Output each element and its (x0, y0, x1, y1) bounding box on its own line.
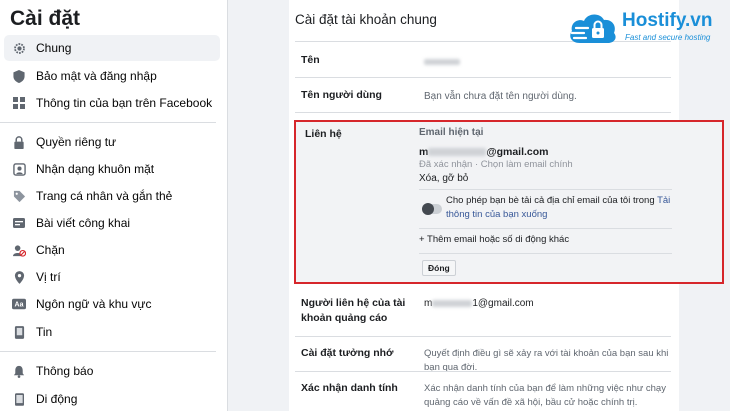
name-label: Tên (301, 54, 320, 66)
sidebar-item-label: Tin (36, 325, 53, 339)
sidebar-item-label: Nhận dạng khuôn mặt (36, 162, 155, 176)
identity-value[interactable]: Xác nhận danh tính của bạn để làm những … (424, 382, 669, 410)
ad-email-prefix: m (424, 298, 433, 309)
blurred-email (428, 148, 487, 157)
sidebar-item-label: Quyền riêng tư (36, 135, 117, 149)
settings-window: Cài đặt Chung Bảo mật và đăng nhập Thông… (0, 0, 730, 411)
blurred-name (424, 59, 460, 66)
ad-email-suffix: 1@gmail.com (472, 298, 534, 309)
sidebar-item-profile-tagging[interactable]: Trang cá nhân và gắn thẻ (4, 183, 220, 209)
row-divider (295, 77, 671, 78)
memorial-label: Cài đặt tưởng nhớ (301, 347, 394, 359)
sidebar-item-label: Thông tin của bạn trên Facebook (36, 96, 213, 110)
sidebar-item-label: Vị trí (36, 270, 61, 284)
lock-icon (12, 135, 26, 149)
row-divider (295, 371, 671, 372)
toggle-knob (422, 203, 434, 215)
blurred-email (432, 299, 473, 307)
logo-tagline: Fast and secure hosting (625, 33, 711, 42)
cloud-lock-icon (570, 14, 616, 43)
sidebar-item-face-recognition[interactable]: Nhận dạng khuôn mặt (4, 156, 220, 182)
sidebar-item-privacy[interactable]: Quyền riêng tư (4, 129, 220, 155)
toggle-text: Cho phép bạn bè tải cả địa chỉ email của… (446, 195, 658, 206)
username-value[interactable]: Bạn vẫn chưa đặt tên người dùng. (424, 90, 577, 104)
page-title: Cài đặt tài khoản chung (295, 12, 437, 27)
shield-icon (12, 69, 26, 83)
download-email-toggle[interactable] (422, 203, 442, 215)
email-status[interactable]: Đã xác nhận · Chọn làm email chính (419, 159, 573, 170)
block-icon (12, 243, 26, 257)
sidebar-item-mobile[interactable]: Di động (4, 386, 220, 411)
sidebar-item-label: Ngôn ngữ và khu vực (36, 297, 152, 311)
contact-section: Liên hệ Email hiện tại m @gmail.com Đã xá… (294, 120, 724, 284)
name-value[interactable] (424, 56, 460, 70)
phone-icon (12, 392, 26, 406)
ad-contact-label: Người liên hệ của tài khoản quảng cáo (301, 297, 406, 324)
face-icon (12, 162, 26, 176)
sidebar-divider (0, 351, 216, 352)
sidebar-item-label: Chặn (36, 243, 65, 257)
sidebar-title: Cài đặt (10, 7, 81, 30)
story-icon (12, 325, 26, 339)
post-icon (12, 216, 26, 230)
bell-icon (12, 364, 26, 378)
sidebar-item-notifications[interactable]: Thông báo (4, 358, 220, 384)
gear-icon (12, 41, 26, 55)
main-content: Cài đặt tài khoản chung Tên Tên người dù… (229, 0, 730, 411)
svg-text:Aa: Aa (15, 302, 24, 309)
sidebar-divider (0, 122, 216, 123)
email-heading: Email hiện tại (419, 127, 484, 138)
sidebar-item-label: Bảo mật và đăng nhập (36, 69, 157, 83)
language-icon: Aa (12, 297, 26, 311)
add-email-link[interactable]: + Thêm email hoặc số di động khác (419, 234, 569, 245)
contact-divider (419, 228, 672, 229)
username-label: Tên người dùng (301, 89, 382, 101)
sidebar-item-general[interactable]: Chung (4, 35, 220, 61)
current-email: m @gmail.com (419, 146, 549, 158)
remove-email-link[interactable]: Xóa, gỡ bỏ (419, 173, 468, 184)
sidebar-item-stories[interactable]: Tin (4, 319, 220, 345)
email-suffix: @gmail.com (486, 146, 549, 158)
tag-icon (12, 189, 26, 203)
sidebar-item-location[interactable]: Vị trí (4, 264, 220, 290)
sidebar-item-label: Trang cá nhân và gắn thẻ (36, 189, 173, 203)
identity-label: Xác nhận danh tính (301, 382, 398, 394)
sidebar-item-your-info[interactable]: Thông tin của bạn trên Facebook (4, 90, 220, 116)
contact-divider (419, 189, 672, 190)
contact-divider (419, 253, 672, 254)
email-prefix: m (419, 146, 429, 158)
row-divider (295, 112, 671, 113)
logo-name: Hostify.vn (622, 10, 713, 31)
location-icon (12, 270, 26, 284)
sidebar-item-security[interactable]: Bảo mật và đăng nhập (4, 63, 220, 89)
hostify-logo: Hostify.vn Fast and secure hosting (566, 9, 726, 49)
ad-contact-value[interactable]: m 1@gmail.com (424, 297, 534, 311)
sidebar-item-blocking[interactable]: Chặn (4, 237, 220, 263)
row-divider (295, 336, 671, 337)
sidebar: Cài đặt Chung Bảo mật và đăng nhập Thông… (0, 0, 228, 411)
sidebar-item-public-posts[interactable]: Bài viết công khai (4, 210, 220, 236)
grid-icon (12, 96, 26, 110)
toggle-description: Cho phép bạn bè tải cả địa chỉ email của… (446, 194, 678, 222)
sidebar-item-label: Di động (36, 392, 78, 406)
sidebar-item-label: Chung (36, 41, 72, 55)
close-button[interactable]: Đóng (422, 260, 456, 276)
sidebar-item-label: Thông báo (36, 364, 94, 378)
contact-label: Liên hệ (305, 128, 342, 140)
sidebar-item-language[interactable]: Aa Ngôn ngữ và khu vực (4, 291, 220, 317)
sidebar-item-label: Bài viết công khai (36, 216, 131, 230)
